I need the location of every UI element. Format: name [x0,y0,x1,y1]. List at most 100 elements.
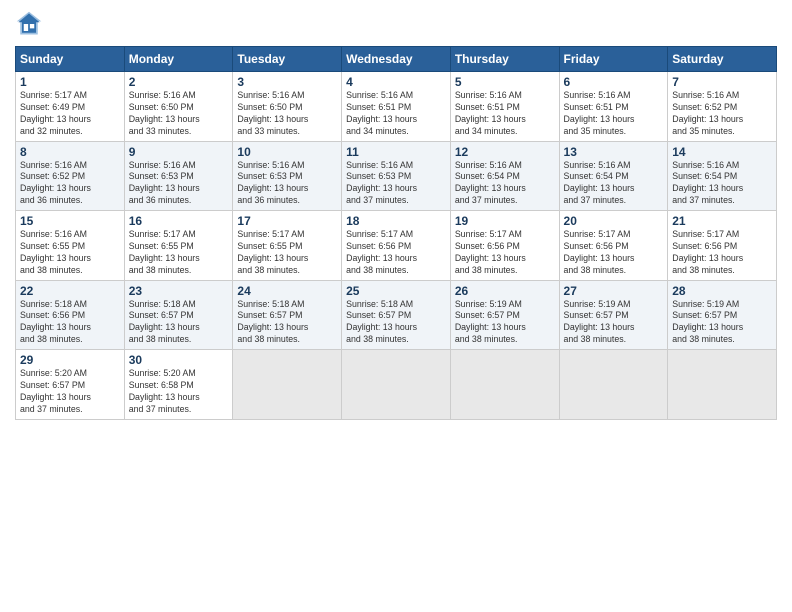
day-info: Sunrise: 5:16 AMSunset: 6:50 PMDaylight:… [237,90,337,138]
table-cell: 25Sunrise: 5:18 AMSunset: 6:57 PMDayligh… [342,280,451,350]
day-number: 14 [672,145,772,159]
day-number: 24 [237,284,337,298]
day-number: 8 [20,145,120,159]
day-number: 13 [564,145,664,159]
table-cell: 21Sunrise: 5:17 AMSunset: 6:56 PMDayligh… [668,211,777,281]
table-cell: 16Sunrise: 5:17 AMSunset: 6:55 PMDayligh… [124,211,233,281]
logo-icon [15,10,43,38]
day-number: 29 [20,353,120,367]
day-number: 7 [672,75,772,89]
day-info: Sunrise: 5:16 AMSunset: 6:52 PMDaylight:… [20,160,120,208]
day-info: Sunrise: 5:18 AMSunset: 6:56 PMDaylight:… [20,299,120,347]
week-row-3: 15Sunrise: 5:16 AMSunset: 6:55 PMDayligh… [16,211,777,281]
table-cell: 15Sunrise: 5:16 AMSunset: 6:55 PMDayligh… [16,211,125,281]
day-number: 20 [564,214,664,228]
day-info: Sunrise: 5:18 AMSunset: 6:57 PMDaylight:… [346,299,446,347]
col-saturday: Saturday [668,47,777,72]
week-row-2: 8Sunrise: 5:16 AMSunset: 6:52 PMDaylight… [16,141,777,211]
day-number: 10 [237,145,337,159]
day-info: Sunrise: 5:17 AMSunset: 6:49 PMDaylight:… [20,90,120,138]
day-info: Sunrise: 5:16 AMSunset: 6:54 PMDaylight:… [564,160,664,208]
day-number: 21 [672,214,772,228]
day-info: Sunrise: 5:20 AMSunset: 6:58 PMDaylight:… [129,368,229,416]
col-friday: Friday [559,47,668,72]
day-number: 18 [346,214,446,228]
day-number: 30 [129,353,229,367]
table-cell: 19Sunrise: 5:17 AMSunset: 6:56 PMDayligh… [450,211,559,281]
table-cell: 22Sunrise: 5:18 AMSunset: 6:56 PMDayligh… [16,280,125,350]
day-number: 5 [455,75,555,89]
day-number: 26 [455,284,555,298]
day-info: Sunrise: 5:16 AMSunset: 6:51 PMDaylight:… [346,90,446,138]
day-number: 12 [455,145,555,159]
table-cell [233,350,342,420]
day-info: Sunrise: 5:16 AMSunset: 6:55 PMDaylight:… [20,229,120,277]
col-wednesday: Wednesday [342,47,451,72]
day-number: 15 [20,214,120,228]
table-cell: 17Sunrise: 5:17 AMSunset: 6:55 PMDayligh… [233,211,342,281]
table-cell [450,350,559,420]
day-info: Sunrise: 5:16 AMSunset: 6:52 PMDaylight:… [672,90,772,138]
day-number: 28 [672,284,772,298]
day-number: 27 [564,284,664,298]
col-sunday: Sunday [16,47,125,72]
table-cell: 30Sunrise: 5:20 AMSunset: 6:58 PMDayligh… [124,350,233,420]
table-cell: 23Sunrise: 5:18 AMSunset: 6:57 PMDayligh… [124,280,233,350]
week-row-5: 29Sunrise: 5:20 AMSunset: 6:57 PMDayligh… [16,350,777,420]
header [15,10,777,38]
day-number: 3 [237,75,337,89]
table-cell: 10Sunrise: 5:16 AMSunset: 6:53 PMDayligh… [233,141,342,211]
table-cell: 27Sunrise: 5:19 AMSunset: 6:57 PMDayligh… [559,280,668,350]
day-number: 6 [564,75,664,89]
table-cell: 18Sunrise: 5:17 AMSunset: 6:56 PMDayligh… [342,211,451,281]
table-cell: 6Sunrise: 5:16 AMSunset: 6:51 PMDaylight… [559,72,668,142]
col-tuesday: Tuesday [233,47,342,72]
table-cell: 26Sunrise: 5:19 AMSunset: 6:57 PMDayligh… [450,280,559,350]
table-cell: 3Sunrise: 5:16 AMSunset: 6:50 PMDaylight… [233,72,342,142]
day-info: Sunrise: 5:19 AMSunset: 6:57 PMDaylight:… [672,299,772,347]
table-cell [668,350,777,420]
logo [15,10,46,38]
day-info: Sunrise: 5:16 AMSunset: 6:53 PMDaylight:… [237,160,337,208]
day-info: Sunrise: 5:19 AMSunset: 6:57 PMDaylight:… [564,299,664,347]
page: Sunday Monday Tuesday Wednesday Thursday… [0,0,792,612]
day-info: Sunrise: 5:17 AMSunset: 6:55 PMDaylight:… [237,229,337,277]
day-info: Sunrise: 5:16 AMSunset: 6:54 PMDaylight:… [672,160,772,208]
table-cell: 13Sunrise: 5:16 AMSunset: 6:54 PMDayligh… [559,141,668,211]
day-info: Sunrise: 5:17 AMSunset: 6:56 PMDaylight:… [346,229,446,277]
table-cell: 7Sunrise: 5:16 AMSunset: 6:52 PMDaylight… [668,72,777,142]
day-info: Sunrise: 5:18 AMSunset: 6:57 PMDaylight:… [237,299,337,347]
table-cell [559,350,668,420]
table-cell: 1Sunrise: 5:17 AMSunset: 6:49 PMDaylight… [16,72,125,142]
col-monday: Monday [124,47,233,72]
day-info: Sunrise: 5:17 AMSunset: 6:56 PMDaylight:… [455,229,555,277]
day-info: Sunrise: 5:19 AMSunset: 6:57 PMDaylight:… [455,299,555,347]
day-number: 23 [129,284,229,298]
day-info: Sunrise: 5:16 AMSunset: 6:51 PMDaylight:… [564,90,664,138]
table-cell: 12Sunrise: 5:16 AMSunset: 6:54 PMDayligh… [450,141,559,211]
calendar-table: Sunday Monday Tuesday Wednesday Thursday… [15,46,777,420]
table-cell: 20Sunrise: 5:17 AMSunset: 6:56 PMDayligh… [559,211,668,281]
day-info: Sunrise: 5:16 AMSunset: 6:51 PMDaylight:… [455,90,555,138]
table-cell: 29Sunrise: 5:20 AMSunset: 6:57 PMDayligh… [16,350,125,420]
table-cell: 24Sunrise: 5:18 AMSunset: 6:57 PMDayligh… [233,280,342,350]
day-number: 25 [346,284,446,298]
week-row-1: 1Sunrise: 5:17 AMSunset: 6:49 PMDaylight… [16,72,777,142]
table-cell: 9Sunrise: 5:16 AMSunset: 6:53 PMDaylight… [124,141,233,211]
day-number: 16 [129,214,229,228]
table-cell: 4Sunrise: 5:16 AMSunset: 6:51 PMDaylight… [342,72,451,142]
day-number: 22 [20,284,120,298]
col-thursday: Thursday [450,47,559,72]
day-number: 19 [455,214,555,228]
day-number: 4 [346,75,446,89]
day-number: 1 [20,75,120,89]
day-info: Sunrise: 5:17 AMSunset: 6:55 PMDaylight:… [129,229,229,277]
table-cell: 8Sunrise: 5:16 AMSunset: 6:52 PMDaylight… [16,141,125,211]
day-info: Sunrise: 5:18 AMSunset: 6:57 PMDaylight:… [129,299,229,347]
day-info: Sunrise: 5:16 AMSunset: 6:53 PMDaylight:… [129,160,229,208]
day-number: 9 [129,145,229,159]
table-cell: 2Sunrise: 5:16 AMSunset: 6:50 PMDaylight… [124,72,233,142]
day-info: Sunrise: 5:16 AMSunset: 6:50 PMDaylight:… [129,90,229,138]
table-cell: 5Sunrise: 5:16 AMSunset: 6:51 PMDaylight… [450,72,559,142]
day-number: 2 [129,75,229,89]
